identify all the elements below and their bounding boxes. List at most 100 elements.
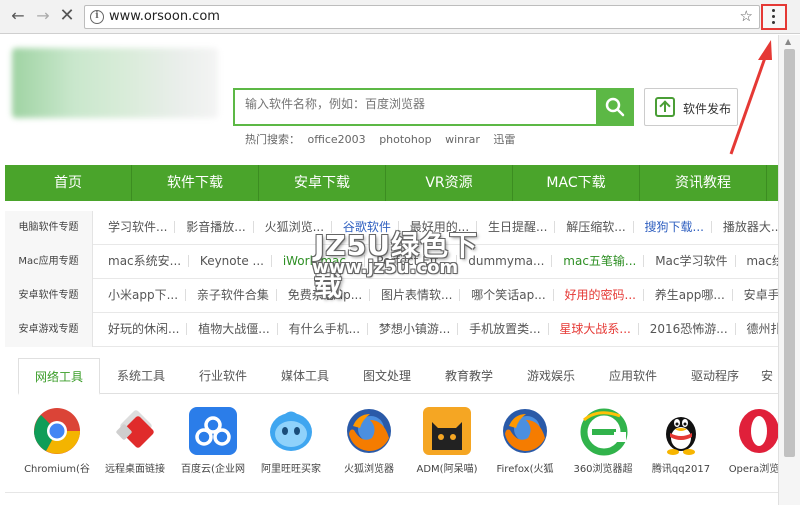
app-label[interactable]: 360浏览器超	[560, 460, 646, 475]
scrollbar-thumb[interactable]	[784, 49, 795, 457]
aliwangwang-icon	[270, 411, 312, 451]
nav-item-news[interactable]: 资讯教程	[640, 165, 767, 201]
app-item[interactable]: 百度云(企业网	[174, 404, 252, 484]
category-link[interactable]: 梦想小镇游...	[372, 323, 459, 335]
360-browser-icon	[580, 408, 628, 456]
app-label[interactable]: 百度云(企业网	[170, 460, 256, 475]
category-link[interactable]: 好玩的休闲...	[101, 323, 188, 335]
category-link[interactable]: dummyma...	[461, 255, 553, 267]
category-link[interactable]: 最好用的...	[403, 221, 478, 233]
nav-item-vr[interactable]: VR资源	[386, 165, 513, 201]
category-row-mac: Mac应用专题 mac系统安... Keynote ... iWork mac.…	[5, 245, 800, 279]
upload-icon	[655, 97, 675, 117]
star-icon[interactable]: ☆	[740, 7, 753, 25]
category-link[interactable]: 小米app下...	[101, 289, 187, 301]
category-link[interactable]: 养生app哪...	[648, 289, 733, 301]
close-icon[interactable]: ✕	[57, 6, 77, 26]
category-link[interactable]: 亲子软件合集	[190, 289, 277, 301]
hot-term[interactable]: office2003	[308, 133, 366, 146]
category-link[interactable]: 搜狗下载...	[638, 221, 712, 233]
tab-games[interactable]: 游戏娱乐	[510, 358, 592, 394]
scroll-up-icon[interactable]: ▲	[785, 37, 791, 46]
category-link[interactable]: 生日提醒...	[481, 221, 556, 233]
app-label[interactable]: 火狐浏览器	[326, 460, 412, 475]
app-item[interactable]: 火狐浏览器	[330, 404, 408, 484]
arrow-right-icon[interactable]: →	[33, 6, 53, 26]
app-label[interactable]: Chromium(谷	[14, 460, 100, 475]
category-link[interactable]: 手机放置类...	[462, 323, 549, 335]
category-head[interactable]: 安卓游戏专题	[5, 313, 93, 347]
tab-graphics[interactable]: 图文处理	[346, 358, 428, 394]
category-link[interactable]: 有什么手机...	[282, 323, 369, 335]
app-label[interactable]: 远程桌面链接	[92, 460, 178, 475]
hot-term[interactable]: 迅雷	[493, 133, 515, 146]
category-link[interactable]: iWork mac...	[276, 255, 366, 267]
category-link[interactable]: mac系统安...	[101, 255, 190, 267]
tab-applications[interactable]: 应用软件	[592, 358, 674, 394]
hot-search: 热门搜索： office2003 photohop winrar 迅雷	[245, 131, 525, 147]
search-input[interactable]	[245, 97, 585, 111]
hot-term[interactable]: photohop	[379, 133, 431, 146]
app-label[interactable]: 腾讯qq2017	[638, 460, 724, 475]
app-label[interactable]: 阿里旺旺买家	[248, 460, 334, 475]
url-text[interactable]: www.orsoon.com	[109, 9, 220, 24]
category-link[interactable]: 学习软件...	[101, 221, 176, 233]
category-link[interactable]: 好用的密码...	[558, 289, 644, 301]
category-link[interactable]: 2016恐怖游...	[643, 323, 736, 335]
hot-search-label: 热门搜索：	[245, 133, 300, 146]
category-link[interactable]: Mac学习软件	[648, 255, 736, 267]
category-link[interactable]: 星球大战系...	[552, 323, 639, 335]
search-button[interactable]	[596, 88, 634, 126]
browser-menu-button[interactable]	[761, 4, 787, 30]
publish-software-button[interactable]: 软件发布	[644, 88, 738, 126]
nav-item-android[interactable]: 安卓下载	[259, 165, 386, 201]
category-link[interactable]: 谷歌软件	[336, 221, 399, 233]
hot-term[interactable]: winrar	[445, 133, 480, 146]
tab-system-tools[interactable]: 系统工具	[100, 358, 182, 394]
category-link[interactable]: 植物大战僵...	[191, 323, 278, 335]
category-link[interactable]: 火狐浏览...	[258, 221, 333, 233]
tab-education[interactable]: 教育教学	[428, 358, 510, 394]
browser-toolbar: ← → ✕ i www.orsoon.com ☆	[0, 0, 800, 34]
category-head[interactable]: 安卓软件专题	[5, 279, 93, 313]
tab-media-tools[interactable]: 媒体工具	[264, 358, 346, 394]
category-link[interactable]: 哪个笑话ap...	[464, 289, 554, 301]
category-head[interactable]: 电脑软件专题	[5, 211, 93, 245]
category-link[interactable]: 解压缩软...	[559, 221, 634, 233]
nav-item-mac[interactable]: MAC下载	[513, 165, 640, 201]
app-item[interactable]: Firefox(火狐	[486, 404, 564, 484]
app-item[interactable]: 远程桌面链接	[96, 404, 174, 484]
tab-drivers[interactable]: 驱动程序	[674, 358, 756, 394]
info-icon[interactable]: i	[90, 10, 104, 24]
app-label[interactable]: Firefox(火狐	[482, 460, 568, 475]
site-logo[interactable]	[12, 48, 218, 118]
category-link[interactable]: Keynote ...	[193, 255, 272, 267]
category-head[interactable]: Mac应用专题	[5, 245, 93, 279]
category-link[interactable]: mac五笔输...	[556, 255, 645, 267]
app-label[interactable]: ADM(阿呆喵)	[404, 460, 490, 475]
search-box[interactable]	[233, 88, 633, 126]
address-bar[interactable]: i www.orsoon.com ☆	[84, 5, 760, 29]
category-link[interactable]: Perfect Eff...	[369, 255, 458, 267]
chromium-icon	[34, 408, 80, 454]
category-link[interactable]: 图片表情软...	[374, 289, 461, 301]
scrollbar[interactable]: ▲	[778, 35, 800, 505]
arrow-left-icon[interactable]: ←	[8, 6, 28, 26]
app-grid: Chromium(谷 远程桌面链接 百度云(企业网 阿里旺旺买家 火狐浏览器 A…	[18, 404, 789, 484]
category-links: 小米app下... 亲子软件合集 免费杂志ap... 图片表情软... 哪个笑话…	[101, 279, 800, 313]
tab-more[interactable]: 安	[756, 358, 778, 394]
app-item[interactable]: 阿里旺旺买家	[252, 404, 330, 484]
nav-item-software[interactable]: 软件下载	[132, 165, 259, 201]
nav-item-home[interactable]: 首页	[5, 165, 132, 201]
tab-industry-software[interactable]: 行业软件	[182, 358, 264, 394]
app-item[interactable]: 腾讯qq2017	[642, 404, 720, 484]
category-link[interactable]: 影音播放...	[179, 221, 254, 233]
app-item[interactable]: 360浏览器超	[564, 404, 642, 484]
app-item[interactable]: ADM(阿呆喵)	[408, 404, 486, 484]
app-item[interactable]: Chromium(谷	[18, 404, 96, 484]
tab-network-tools[interactable]: 网络工具	[18, 358, 100, 395]
category-links: mac系统安... Keynote ... iWork mac... Perfe…	[101, 245, 800, 279]
category-row-android-software: 安卓软件专题 小米app下... 亲子软件合集 免费杂志ap... 图片表情软.…	[5, 279, 800, 313]
category-link[interactable]: 免费杂志ap...	[281, 289, 371, 301]
category-tabs: 网络工具 系统工具 行业软件 媒体工具 图文处理 教育教学 游戏娱乐 应用软件 …	[18, 358, 778, 395]
